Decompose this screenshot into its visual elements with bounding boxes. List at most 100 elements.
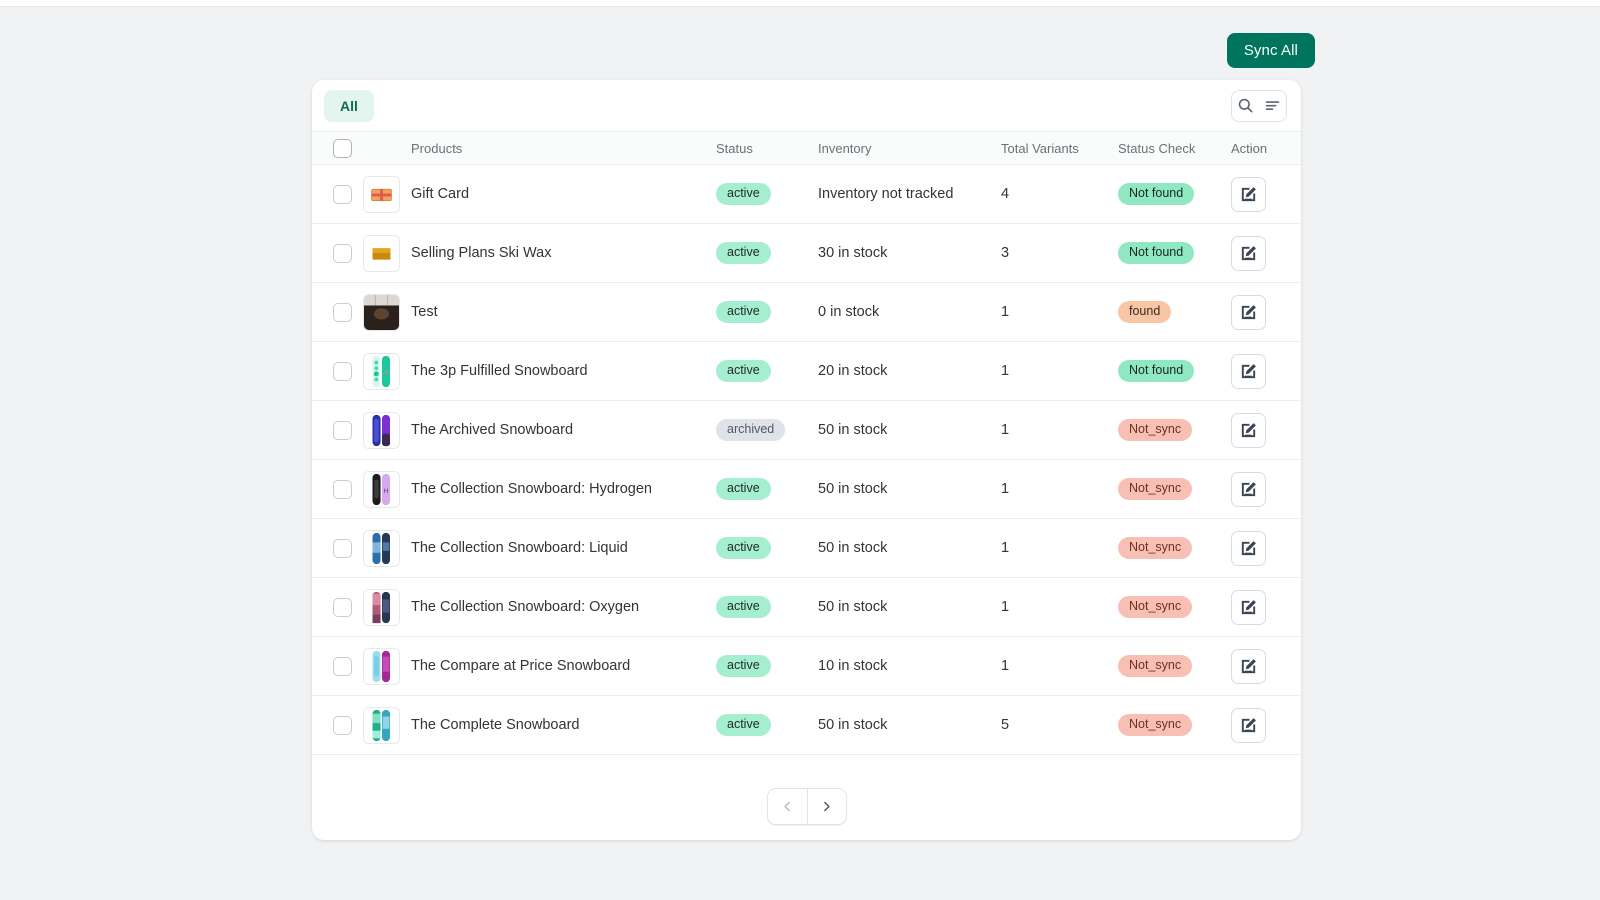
status-cell: active <box>716 695 818 755</box>
product-cell: Gift Card <box>362 164 716 224</box>
row-checkbox[interactable] <box>333 479 352 499</box>
total-variants-cell: 1 <box>1001 459 1118 519</box>
total-variants-cell: 1 <box>1001 282 1118 342</box>
product-name: The 3p Fulfilled Snowboard <box>411 363 588 379</box>
row-checkbox[interactable] <box>333 184 352 204</box>
table-row[interactable]: Test active 0 in stock 1 found <box>312 282 1301 342</box>
dark-photo-thumbnail <box>363 293 400 331</box>
edit-square-icon <box>1239 185 1258 204</box>
status-badge: active <box>716 655 771 677</box>
edit-button[interactable] <box>1231 707 1266 743</box>
table-row[interactable]: The Archived Snowboard archived 50 in st… <box>312 400 1301 460</box>
table-row[interactable]: The 3p Fulfilled Snowboard active 20 in … <box>312 341 1301 401</box>
product-cell: H The Collection Snowboard: Hydrogen <box>362 459 716 519</box>
edit-button[interactable] <box>1231 530 1266 566</box>
table-row[interactable]: The Compare at Price Snowboard active 10… <box>312 636 1301 696</box>
select-all-checkbox[interactable] <box>333 138 352 158</box>
status-check-badge: Not_sync <box>1118 478 1193 500</box>
row-checkbox[interactable] <box>333 361 352 381</box>
row-select-cell <box>312 695 362 755</box>
status-cell: active <box>716 223 818 283</box>
edit-button[interactable] <box>1231 412 1266 448</box>
table-row[interactable]: H The Collection Snowboard: Hydrogen act… <box>312 459 1301 519</box>
row-select-cell <box>312 400 362 460</box>
table-row[interactable]: The Collection Snowboard: Oxygen active … <box>312 577 1301 637</box>
status-badge: active <box>716 537 771 559</box>
product-cell: The Archived Snowboard <box>362 400 716 460</box>
action-cell <box>1231 459 1301 519</box>
row-checkbox[interactable] <box>333 597 352 617</box>
edit-button[interactable] <box>1231 176 1266 212</box>
edit-button[interactable] <box>1231 294 1266 330</box>
action-cell <box>1231 636 1301 696</box>
inventory-cell: 10 in stock <box>818 636 1001 696</box>
product-cell: Test <box>362 282 716 342</box>
inventory-cell: 50 in stock <box>818 400 1001 460</box>
table-row[interactable]: The Collection Snowboard: Liquid active … <box>312 518 1301 578</box>
products-table: Products Status Inventory Total Variants… <box>312 131 1301 755</box>
black-lilac-snowboard-thumbnail: H <box>363 470 400 508</box>
edit-square-icon <box>1239 716 1258 735</box>
previous-page-button[interactable] <box>767 789 807 824</box>
product-name: Test <box>411 304 438 320</box>
table-row[interactable]: Selling Plans Ski Wax active 30 in stock… <box>312 223 1301 283</box>
blue-purple-snowboard-thumbnail <box>363 411 400 449</box>
search-icon <box>1237 97 1254 114</box>
product-cell: The 3p Fulfilled Snowboard <box>362 341 716 401</box>
table-row[interactable]: The Complete Snowboard active 50 in stoc… <box>312 695 1301 755</box>
row-checkbox[interactable] <box>333 420 352 440</box>
inventory-cell: 50 in stock <box>818 518 1001 578</box>
status-check-cell: Not_sync <box>1118 577 1231 637</box>
search-button[interactable] <box>1232 91 1259 121</box>
header-action: Action <box>1231 131 1301 165</box>
edit-square-icon <box>1239 244 1258 263</box>
action-cell <box>1231 282 1301 342</box>
row-select-cell <box>312 636 362 696</box>
status-check-badge: Not found <box>1118 242 1195 264</box>
blue-snowboard-thumbnail <box>363 529 400 567</box>
edit-button[interactable] <box>1231 589 1266 625</box>
total-variants-cell: 3 <box>1001 223 1118 283</box>
table-row[interactable]: Gift Card active Inventory not tracked 4… <box>312 164 1301 224</box>
action-cell <box>1231 341 1301 401</box>
total-variants-cell: 5 <box>1001 695 1118 755</box>
status-cell: active <box>716 282 818 342</box>
edit-button[interactable] <box>1231 353 1266 389</box>
row-select-cell <box>312 164 362 224</box>
product-name: The Collection Snowboard: Liquid <box>411 540 628 556</box>
toolbar-actions <box>1231 89 1287 122</box>
edit-button[interactable] <box>1231 235 1266 271</box>
chevron-left-icon <box>780 799 795 814</box>
pink-navy-snowboard-thumbnail <box>363 588 400 626</box>
status-cell: active <box>716 518 818 578</box>
pager-group <box>766 788 847 825</box>
filter-sort-button[interactable] <box>1259 91 1286 121</box>
row-checkbox[interactable] <box>333 243 352 263</box>
edit-square-icon <box>1239 598 1258 617</box>
row-checkbox[interactable] <box>333 538 352 558</box>
status-check-badge: found <box>1118 301 1172 323</box>
next-page-button[interactable] <box>806 789 846 824</box>
action-cell <box>1231 577 1301 637</box>
status-check-badge: Not_sync <box>1118 596 1193 618</box>
edit-button[interactable] <box>1231 648 1266 684</box>
top-strip <box>0 0 1600 7</box>
status-cell: active <box>716 164 818 224</box>
row-checkbox[interactable] <box>333 302 352 322</box>
status-badge: active <box>716 183 771 205</box>
pagination <box>312 788 1301 825</box>
edit-square-icon <box>1239 362 1258 381</box>
sync-all-button[interactable]: Sync All <box>1226 33 1315 68</box>
tab-all[interactable]: All <box>324 89 374 122</box>
row-checkbox[interactable] <box>333 715 352 735</box>
product-name: The Compare at Price Snowboard <box>411 658 631 674</box>
row-checkbox[interactable] <box>333 656 352 676</box>
status-cell: active <box>716 577 818 637</box>
edit-square-icon <box>1239 303 1258 322</box>
edit-button[interactable] <box>1231 471 1266 507</box>
select-all-header <box>312 131 362 165</box>
status-check-cell: Not_sync <box>1118 459 1231 519</box>
status-check-cell: Not found <box>1118 341 1231 401</box>
product-cell: The Collection Snowboard: Oxygen <box>362 577 716 637</box>
table-header-row: Products Status Inventory Total Variants… <box>312 131 1301 165</box>
